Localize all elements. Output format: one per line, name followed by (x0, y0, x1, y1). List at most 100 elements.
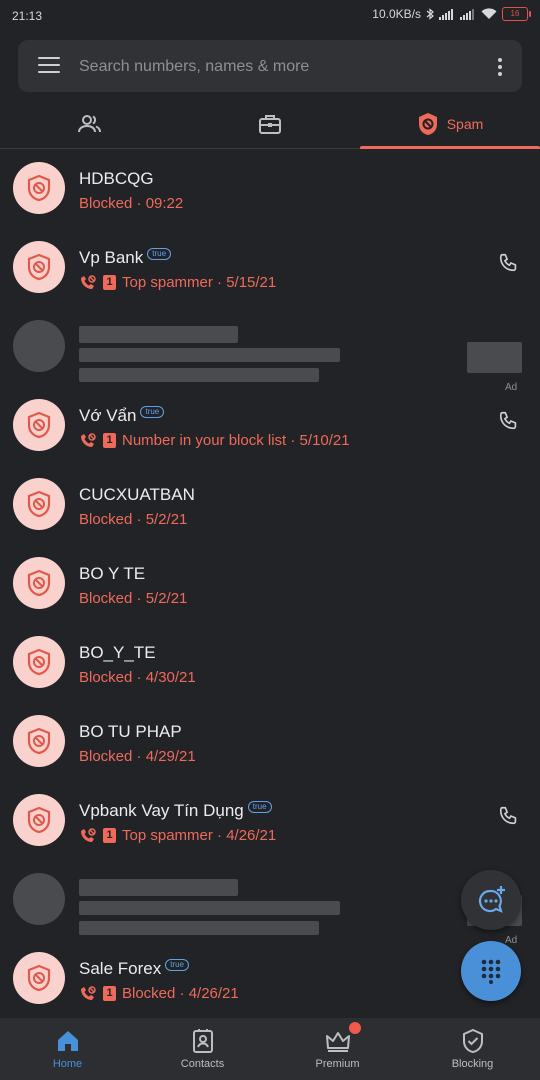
ad-item[interactable]: Ad (0, 859, 540, 946)
list-item[interactable]: BO_Y_TE Blocked · 4/30/21 (0, 622, 540, 701)
call-status: Blocked · 5/2/21 (79, 511, 188, 528)
crown-icon (326, 1032, 350, 1052)
bottom-navigation: Home Contacts Premium Blocking (0, 1018, 540, 1080)
nav-home[interactable]: Home (0, 1018, 135, 1080)
nav-contacts[interactable]: Contacts (135, 1018, 270, 1080)
phone-icon[interactable] (498, 410, 520, 432)
ad-button-placeholder[interactable] (467, 342, 522, 373)
dialpad-icon (481, 959, 501, 984)
avatar (13, 241, 65, 293)
blocked-call-icon (81, 432, 96, 447)
spam-count: 1 (103, 275, 116, 290)
list-item[interactable]: Vớ Vẩn true 1 Number in your block list ·… (0, 385, 540, 464)
tab-business[interactable] (180, 100, 360, 148)
nav-label: Premium (315, 1058, 360, 1070)
network-speed: 10.0KB/s (372, 7, 421, 21)
more-options-icon[interactable] (498, 58, 502, 79)
contact-name: HDBCQG (79, 169, 154, 188)
signal-icon (460, 8, 474, 20)
nav-premium[interactable]: Premium (270, 1018, 405, 1080)
phone-icon[interactable] (498, 252, 520, 274)
list-item[interactable]: BO Y TE Blocked · 5/2/21 (0, 543, 540, 622)
signal-icon (439, 8, 453, 20)
chat-add-icon (478, 886, 505, 913)
list-item[interactable]: Vp Bank true 1 Top spammer · 5/15/21 (0, 227, 540, 306)
ad-text-placeholder (79, 901, 340, 915)
contact-name: Sale Forex true (79, 959, 189, 979)
wifi-icon (481, 8, 497, 19)
blocked-call-icon (81, 985, 96, 1000)
blocked-call-icon (81, 827, 96, 842)
spam-shield-icon (27, 253, 51, 281)
nav-blocking[interactable]: Blocking (405, 1018, 540, 1080)
contact-name: Vớ Vẩn true (79, 406, 165, 426)
spam-count: 1 (103, 986, 116, 1001)
status-time: 21:13 (12, 9, 43, 23)
spam-shield-icon (418, 113, 437, 135)
list-item[interactable]: Vpbank Vay Tín Dụng true 1 Top spammer · … (0, 780, 540, 859)
contacts-card-icon (193, 1029, 213, 1053)
ad-image-placeholder (13, 320, 65, 372)
ad-item[interactable]: Ad (0, 306, 540, 393)
avatar (13, 794, 65, 846)
ad-text-placeholder (79, 368, 319, 382)
shield-check-icon (463, 1028, 483, 1054)
spam-shield-icon (27, 174, 51, 202)
contact-name: BO Y TE (79, 564, 146, 583)
search-input[interactable]: Search numbers, names & more (79, 58, 309, 76)
spam-shield-icon (27, 648, 51, 676)
contact-name: Vp Bank true (79, 248, 172, 268)
top-tabs: Spam (0, 100, 540, 149)
contact-name: CUCXUATBAN (79, 485, 195, 504)
ad-text-placeholder (79, 921, 319, 935)
avatar (13, 162, 65, 214)
search-bar[interactable]: Search numbers, names & more (18, 40, 522, 92)
verified-badge: true (140, 406, 165, 418)
list-item[interactable]: CUCXUATBAN Blocked · 5/2/21 (0, 464, 540, 543)
call-status: 1 Number in your block list · 5/10/21 (79, 432, 350, 449)
bluetooth-icon (426, 8, 434, 20)
spam-shield-icon (27, 411, 51, 439)
call-status: Blocked · 4/30/21 (79, 669, 196, 686)
contact-name: Vpbank Vay Tín Dụng true (79, 801, 272, 821)
phone-icon[interactable] (498, 805, 520, 827)
avatar (13, 636, 65, 688)
status-icons: 10.0KB/s 16 (372, 7, 531, 21)
spam-shield-icon (27, 806, 51, 834)
notification-dot (349, 1022, 361, 1034)
home-icon (58, 1031, 78, 1051)
dialpad-button[interactable] (461, 941, 521, 1001)
nav-label: Home (52, 1058, 83, 1070)
briefcase-icon (259, 115, 281, 134)
contacts-icon (78, 115, 101, 133)
menu-icon[interactable] (38, 57, 60, 75)
battery-icon: 16 (502, 7, 531, 21)
tab-spam-label: Spam (446, 116, 484, 132)
list-item[interactable]: HDBCQG Blocked · 09:22 (0, 148, 540, 227)
verified-badge: true (165, 959, 189, 971)
list-item[interactable]: BO TU PHAP Blocked · 4/29/21 (0, 701, 540, 780)
contact-name: BO TU PHAP (79, 722, 182, 741)
contact-name: BO_Y_TE (79, 643, 156, 662)
call-status: 1 Top spammer · 5/15/21 (79, 274, 276, 291)
tab-spam[interactable]: Spam (360, 100, 540, 149)
avatar (13, 715, 65, 767)
spam-shield-icon (27, 490, 51, 518)
call-status: Blocked · 09:22 (79, 195, 184, 212)
call-status: 1 Top spammer · 4/26/21 (79, 827, 276, 844)
spam-shield-icon (27, 569, 51, 597)
nav-label: Contacts (180, 1058, 225, 1070)
spam-count: 1 (103, 433, 116, 448)
tab-contacts[interactable] (0, 100, 180, 148)
ad-text-placeholder (79, 348, 340, 362)
call-status: 1 Blocked · 4/26/21 (79, 985, 239, 1002)
new-message-button[interactable] (461, 870, 521, 930)
ad-image-placeholder (13, 873, 65, 925)
avatar (13, 399, 65, 451)
spam-count: 1 (103, 828, 116, 843)
list-item[interactable]: Sale Forex true 1 Blocked · 4/26/21 (0, 938, 540, 1017)
verified-badge: true (147, 248, 172, 260)
spam-shield-icon (27, 727, 51, 755)
nav-label: Blocking (451, 1058, 494, 1070)
verified-badge: true (247, 801, 272, 813)
